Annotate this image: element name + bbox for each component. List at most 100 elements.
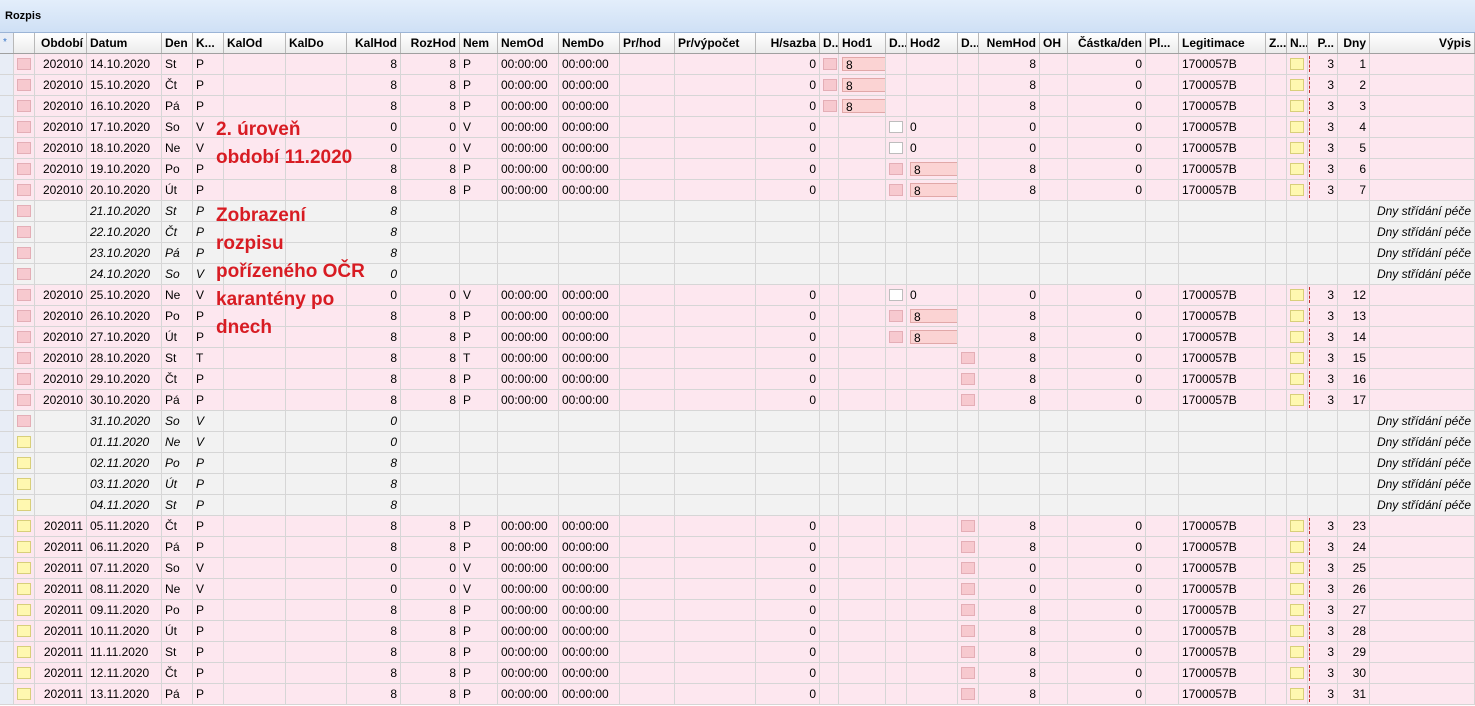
column-header-d1[interactable]: D... <box>820 33 839 53</box>
cell-sel[interactable] <box>0 243 14 263</box>
cell-sel[interactable] <box>0 222 14 242</box>
cell-sel[interactable] <box>0 642 14 662</box>
checkbox-n[interactable] <box>1290 624 1304 637</box>
checkbox-d3[interactable] <box>961 540 975 553</box>
checkbox-n[interactable] <box>1290 687 1304 700</box>
table-row[interactable]: 202011 09.11.2020 Po P 8 8 P 00:00:00 00:00:00 0 8… <box>0 600 1475 621</box>
cell-sel[interactable] <box>0 117 14 137</box>
checkbox-n[interactable] <box>1290 561 1304 574</box>
checkbox-d3[interactable] <box>961 351 975 364</box>
checkbox-n[interactable] <box>1290 99 1304 112</box>
checkbox-d2[interactable] <box>889 330 903 343</box>
table-row[interactable]: 202011 06.11.2020 Pá P 8 8 P 00:00:00 00:00:00 0 8… <box>0 537 1475 558</box>
checkbox-n[interactable] <box>1290 645 1304 658</box>
cell-sel[interactable] <box>0 516 14 536</box>
cell-sel[interactable] <box>0 390 14 410</box>
hod2-input[interactable]: 8 <box>910 329 957 345</box>
column-header-oh[interactable]: OH <box>1040 33 1068 53</box>
checkbox-d3[interactable] <box>961 519 975 532</box>
checkbox-d2[interactable] <box>889 141 903 154</box>
table-row[interactable]: 202010 28.10.2020 St T 8 8 T 00:00:00 00:00:00 0 8… <box>0 348 1475 369</box>
column-header-sel[interactable]: * <box>0 33 14 53</box>
hod2-input[interactable]: 8 <box>910 182 957 198</box>
checkbox-d2[interactable] <box>889 288 903 301</box>
cell-sel[interactable] <box>0 159 14 179</box>
cell-sel[interactable] <box>0 54 14 74</box>
column-header-p[interactable]: P... <box>1308 33 1338 53</box>
checkbox-d3[interactable] <box>961 603 975 616</box>
table-row[interactable]: 202011 05.11.2020 Čt P 8 8 P 00:00:00 00:00:00 0 8… <box>0 516 1475 537</box>
column-header-k[interactable]: K... <box>193 33 224 53</box>
checkbox-n[interactable] <box>1290 540 1304 553</box>
column-header-obdobi[interactable]: Období <box>35 33 87 53</box>
table-row[interactable]: 202011 08.11.2020 Ne V 0 0 V 00:00:00 00:00:00 0 0… <box>0 579 1475 600</box>
checkbox-d3[interactable] <box>961 645 975 658</box>
cell-sel[interactable] <box>0 558 14 578</box>
cell-sel[interactable] <box>0 621 14 641</box>
checkbox-d3[interactable] <box>961 666 975 679</box>
checkbox-n[interactable] <box>1290 666 1304 679</box>
cell-sel[interactable] <box>0 474 14 494</box>
checkbox-n[interactable] <box>1290 393 1304 406</box>
table-row[interactable]: 202011 13.11.2020 Pá P 8 8 P 00:00:00 00:00:00 0 8… <box>0 684 1475 705</box>
checkbox-n[interactable] <box>1290 141 1304 154</box>
checkbox-d2[interactable] <box>889 183 903 196</box>
hod2-input[interactable]: 8 <box>910 161 957 177</box>
column-header-prvypocet[interactable]: Pr/výpočet <box>675 33 756 53</box>
table-row[interactable]: 202010 15.10.2020 Čt P 8 8 P 00:00:00 00:00:00 0 8… <box>0 75 1475 96</box>
checkbox-n[interactable] <box>1290 309 1304 322</box>
checkbox-n[interactable] <box>1290 582 1304 595</box>
column-header-nemod[interactable]: NemOd <box>498 33 559 53</box>
cell-sel[interactable] <box>0 684 14 704</box>
table-row-gap[interactable]: 03.11.2020 Út P 8 Dny střídání péče <box>0 474 1475 495</box>
checkbox-d2[interactable] <box>889 162 903 175</box>
column-header-castka[interactable]: Částka/den <box>1068 33 1146 53</box>
checkbox-n[interactable] <box>1290 330 1304 343</box>
column-header-n[interactable]: N... <box>1287 33 1308 53</box>
column-header-kalod[interactable]: KalOd <box>224 33 286 53</box>
cell-sel[interactable] <box>0 537 14 557</box>
checkbox-n[interactable] <box>1290 78 1304 91</box>
hod2-input[interactable]: 8 <box>910 308 957 324</box>
cell-sel[interactable] <box>0 495 14 515</box>
table-row[interactable]: 202011 10.11.2020 Út P 8 8 P 00:00:00 00:00:00 0 8… <box>0 621 1475 642</box>
checkbox-d3[interactable] <box>961 372 975 385</box>
cell-sel[interactable] <box>0 411 14 431</box>
table-row[interactable]: 202011 12.11.2020 Čt P 8 8 P 00:00:00 00:00:00 0 8… <box>0 663 1475 684</box>
cell-sel[interactable] <box>0 96 14 116</box>
cell-sel[interactable] <box>0 600 14 620</box>
table-row-gap[interactable]: 01.11.2020 Ne V 0 Dny střídání péče <box>0 432 1475 453</box>
table-row-gap[interactable]: 31.10.2020 So V 0 Dny střídání péče <box>0 411 1475 432</box>
table-row[interactable]: 202010 14.10.2020 St P 8 8 P 00:00:00 00:00:00 0 8… <box>0 54 1475 75</box>
cell-sel[interactable] <box>0 663 14 683</box>
checkbox-d1[interactable] <box>823 57 837 70</box>
table-row[interactable]: 202011 07.11.2020 So V 0 0 V 00:00:00 00:00:00 0 0… <box>0 558 1475 579</box>
column-header-d2[interactable]: D... <box>886 33 907 53</box>
column-header-z[interactable]: Z... <box>1266 33 1287 53</box>
hod1-input[interactable]: 8 <box>842 98 885 114</box>
checkbox-d2[interactable] <box>889 309 903 322</box>
column-header-rozhod[interactable]: RozHod <box>401 33 460 53</box>
column-header-nemdo[interactable]: NemDo <box>559 33 620 53</box>
column-header-den[interactable]: Den <box>162 33 193 53</box>
table-row[interactable]: 202010 30.10.2020 Pá P 8 8 P 00:00:00 00:00:00 0 8… <box>0 390 1475 411</box>
column-header-datum[interactable]: Datum <box>87 33 162 53</box>
column-header-pl[interactable]: Pl... <box>1146 33 1179 53</box>
column-header-legit[interactable]: Legitimace <box>1179 33 1266 53</box>
checkbox-d3[interactable] <box>961 624 975 637</box>
cell-sel[interactable] <box>0 327 14 347</box>
table-row[interactable]: 202010 20.10.2020 Út P 8 8 P 00:00:00 00:00:00 0 8… <box>0 180 1475 201</box>
table-row-gap[interactable]: 02.11.2020 Po P 8 Dny střídání péče <box>0 453 1475 474</box>
column-header-hsazba[interactable]: H/sazba <box>756 33 820 53</box>
cell-sel[interactable] <box>0 306 14 326</box>
checkbox-d1[interactable] <box>823 78 837 91</box>
checkbox-n[interactable] <box>1290 57 1304 70</box>
checkbox-d3[interactable] <box>961 561 975 574</box>
table-row[interactable]: 202011 11.11.2020 St P 8 8 P 00:00:00 00:00:00 0 8… <box>0 642 1475 663</box>
column-header-dny[interactable]: Dny <box>1338 33 1370 53</box>
table-row-gap[interactable]: 04.11.2020 St P 8 Dny střídání péče <box>0 495 1475 516</box>
hod1-input[interactable]: 8 <box>842 56 885 72</box>
cell-sel[interactable] <box>0 264 14 284</box>
checkbox-n[interactable] <box>1290 288 1304 301</box>
column-header-kaldo[interactable]: KalDo <box>286 33 347 53</box>
